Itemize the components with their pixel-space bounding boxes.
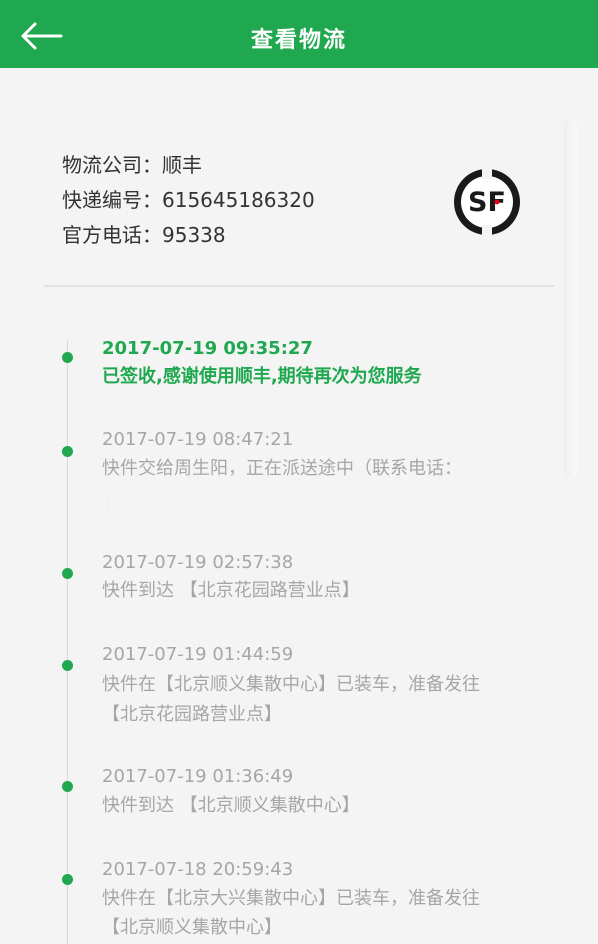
svg-text:SF: SF: [468, 187, 506, 218]
event-description: 已签收,感谢使用顺丰,期待再次为您服务: [102, 366, 422, 387]
event-time: 2017-07-19 02:57:38: [102, 552, 294, 573]
redacted-phone-number: [92, 479, 242, 523]
shipment-info: 物流公司：顺丰 快递编号：615645186320 官方电话：95338: [62, 148, 315, 253]
company-row: 物流公司：顺丰: [62, 148, 315, 183]
company-value: 顺丰: [162, 153, 202, 177]
event-description: 快件在【北京顺义集散中心】已装车，准备发往: [102, 674, 480, 695]
company-label: 物流公司：: [62, 153, 162, 177]
section-divider: [44, 285, 554, 287]
event-time: 2017-07-18 20:59:43: [102, 859, 294, 880]
timeline-dot: [62, 352, 73, 363]
event-time: 2017-07-19 08:47:21: [102, 429, 294, 450]
scrollbar[interactable]: [564, 118, 577, 478]
event-time: 2017-07-19 01:36:49: [102, 766, 294, 787]
timeline-dot: [62, 660, 73, 671]
tracking-label: 快递编号：: [62, 188, 162, 212]
event-description: 快件到达 【北京顺义集散中心】: [102, 795, 360, 816]
event-description-continued: 【北京顺义集散中心】: [102, 917, 282, 938]
timeline-line: [67, 340, 68, 944]
timeline-dot: [62, 446, 73, 457]
tracking-row: 快递编号：615645186320: [62, 183, 315, 218]
event-description: 快件到达 【北京花园路营业点】: [102, 580, 360, 601]
sf-logo-icon: SF: [454, 168, 520, 236]
timeline-dot: [62, 781, 73, 792]
page-title: 查看物流: [250, 28, 347, 53]
official-phone-value: 95338: [162, 223, 226, 247]
official-phone-row: 官方电话：95338: [62, 218, 315, 253]
sf-express-logo: SF: [451, 166, 523, 238]
event-description: 快件在【北京大兴集散中心】已装车，准备发往: [102, 888, 480, 909]
event-description-continued: 【北京花园路营业点】: [102, 704, 282, 725]
official-phone-label: 官方电话：: [62, 223, 162, 247]
timeline-dot: [62, 568, 73, 579]
event-time: 2017-07-19 01:44:59: [102, 644, 294, 665]
event-time: 2017-07-19 09:35:27: [102, 338, 313, 359]
timeline-dot: [62, 874, 73, 885]
tracking-number: 615645186320: [162, 188, 315, 212]
top-app-bar: 查看物流: [0, 0, 598, 68]
